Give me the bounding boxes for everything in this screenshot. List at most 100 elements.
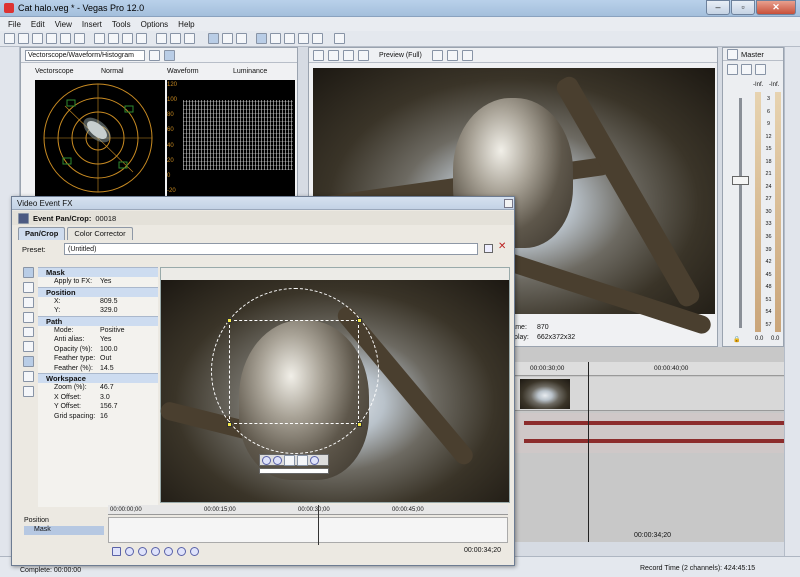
master-menu-icon[interactable] [727,48,738,60]
keyframe-ruler[interactable]: 00:00:00;00 00:00:15;00 00:00:30;00 00:0… [108,505,508,515]
preset-dropdown[interactable]: (Untitled) [64,243,478,255]
update-scopes-icon[interactable] [164,49,175,61]
minimize-button[interactable]: – [706,0,730,15]
envelope-tool-icon[interactable] [222,33,233,44]
track-position-label[interactable]: Position [24,517,49,524]
split-screen-icon[interactable] [358,49,369,61]
mask-bounding-box[interactable] [229,320,359,424]
menu-view[interactable]: View [55,20,72,29]
last-keyframe-icon[interactable] [190,547,199,556]
section-workspace[interactable]: Workspace [38,373,158,383]
tab-color-corrector[interactable]: Color Corrector [67,227,133,240]
zoom-tool-icon[interactable] [22,371,34,383]
copy-snapshot-icon[interactable] [446,49,458,61]
scopes-mode-dropdown[interactable]: Vectorscope/Waveform/Histogram [25,49,145,61]
menu-insert[interactable]: Insert [82,20,102,29]
property-value[interactable]: 100.0 [100,346,158,353]
section-position[interactable]: Position [38,286,158,297]
menu-tools[interactable]: Tools [112,20,131,29]
tab-pan-crop[interactable]: Pan/Crop [18,227,66,240]
select-tool-icon[interactable] [22,267,34,278]
property-value[interactable]: 3.0 [100,394,158,401]
ellipse-mask-tool-icon[interactable] [22,356,34,368]
selection-tool-icon[interactable] [236,33,247,44]
waveform-mode[interactable]: Luminance [233,68,267,75]
rectangle-mask-tool-icon[interactable] [22,341,34,353]
mask-handle[interactable] [357,318,362,323]
ripple-edit-icon[interactable] [284,33,295,44]
preview-quality-dropdown[interactable]: Preview (Full) [379,52,422,59]
redo-icon[interactable] [170,33,181,44]
split-tangent-tool-icon[interactable] [22,326,34,338]
property-value[interactable]: 16 [100,413,158,420]
center-icon[interactable] [297,454,308,466]
keyframe-track[interactable] [108,517,508,543]
property-value[interactable]: Positive [100,327,158,334]
history-icon[interactable] [184,33,195,44]
next-keyframe-icon[interactable] [177,547,186,556]
menu-help[interactable]: Help [178,20,194,29]
cut-icon[interactable] [94,33,105,44]
ignore-grouping-icon[interactable] [312,33,323,44]
snapping-icon[interactable] [256,33,267,44]
mask-handle[interactable] [357,422,362,427]
video-event-thumbnail[interactable] [520,379,570,409]
new-icon[interactable] [4,33,15,44]
delete-icon[interactable] [136,33,147,44]
mask-handle[interactable] [227,318,232,323]
preview-settings-icon[interactable] [313,49,324,61]
rotate-icon[interactable] [310,455,319,465]
property-value[interactable]: 329.0 [100,307,158,314]
anchor-delete-tool-icon[interactable] [22,311,34,323]
fx-dialog-close-button[interactable] [504,199,513,208]
zoom-in-icon[interactable] [262,455,271,465]
master-fx-icon[interactable] [727,64,738,75]
normal-edit-tool-icon[interactable] [208,33,219,44]
property-value[interactable]: Out [100,355,158,362]
delete-preset-icon[interactable]: ✕ [498,242,506,252]
render-icon[interactable] [60,33,71,44]
undo-icon[interactable] [156,33,167,44]
property-value[interactable]: Yes [100,336,158,343]
add-keyframe-icon[interactable] [151,547,160,556]
sync-cursor-icon[interactable] [112,547,121,556]
preview-fx-icon[interactable] [343,49,354,61]
property-value[interactable]: 809.5 [100,298,158,305]
lock-icon[interactable]: 🔒 [733,336,740,343]
save-snapshot-icon[interactable] [461,49,473,61]
delete-keyframe-icon[interactable] [164,547,173,556]
pan-crop-workspace[interactable] [158,267,510,503]
help-icon[interactable] [334,33,345,44]
zoom-out-icon[interactable] [273,455,282,465]
vectorscope-mode[interactable]: Normal [101,68,124,75]
playback-cursor[interactable] [588,362,589,542]
menu-edit[interactable]: Edit [31,20,45,29]
open-icon[interactable] [18,33,29,44]
timeline-ruler[interactable]: 00:00:30;00 00:00:40;00 [514,362,784,376]
menu-file[interactable]: File [8,20,21,29]
copy-icon[interactable] [108,33,119,44]
save-preset-icon[interactable] [484,244,493,253]
properties-icon[interactable] [74,33,85,44]
section-path[interactable]: Path [38,315,158,326]
first-keyframe-icon[interactable] [125,547,134,556]
external-monitor-icon[interactable] [328,49,339,61]
maximize-button[interactable]: ▫ [731,0,755,15]
anchor-add-tool-icon[interactable] [22,296,34,308]
prev-keyframe-icon[interactable] [138,547,147,556]
track-mask-label[interactable]: Mask [24,526,104,535]
lock-envelopes-icon[interactable] [298,33,309,44]
anchor-creation-tool-icon[interactable] [22,281,34,293]
menu-options[interactable]: Options [141,20,169,29]
keyframe-cursor[interactable] [318,505,319,545]
scope-settings-icon[interactable] [149,49,160,61]
normal-edit-icon[interactable] [22,386,34,398]
section-mask[interactable]: Mask [38,267,158,277]
property-value[interactable]: 46.7 [100,384,158,391]
property-value[interactable]: 14.5 [100,365,158,372]
auto-crossfade-icon[interactable] [270,33,281,44]
save-icon[interactable] [32,33,43,44]
property-value[interactable]: Yes [100,278,158,285]
zoom-slider[interactable] [259,468,329,474]
fit-icon[interactable] [284,454,295,466]
